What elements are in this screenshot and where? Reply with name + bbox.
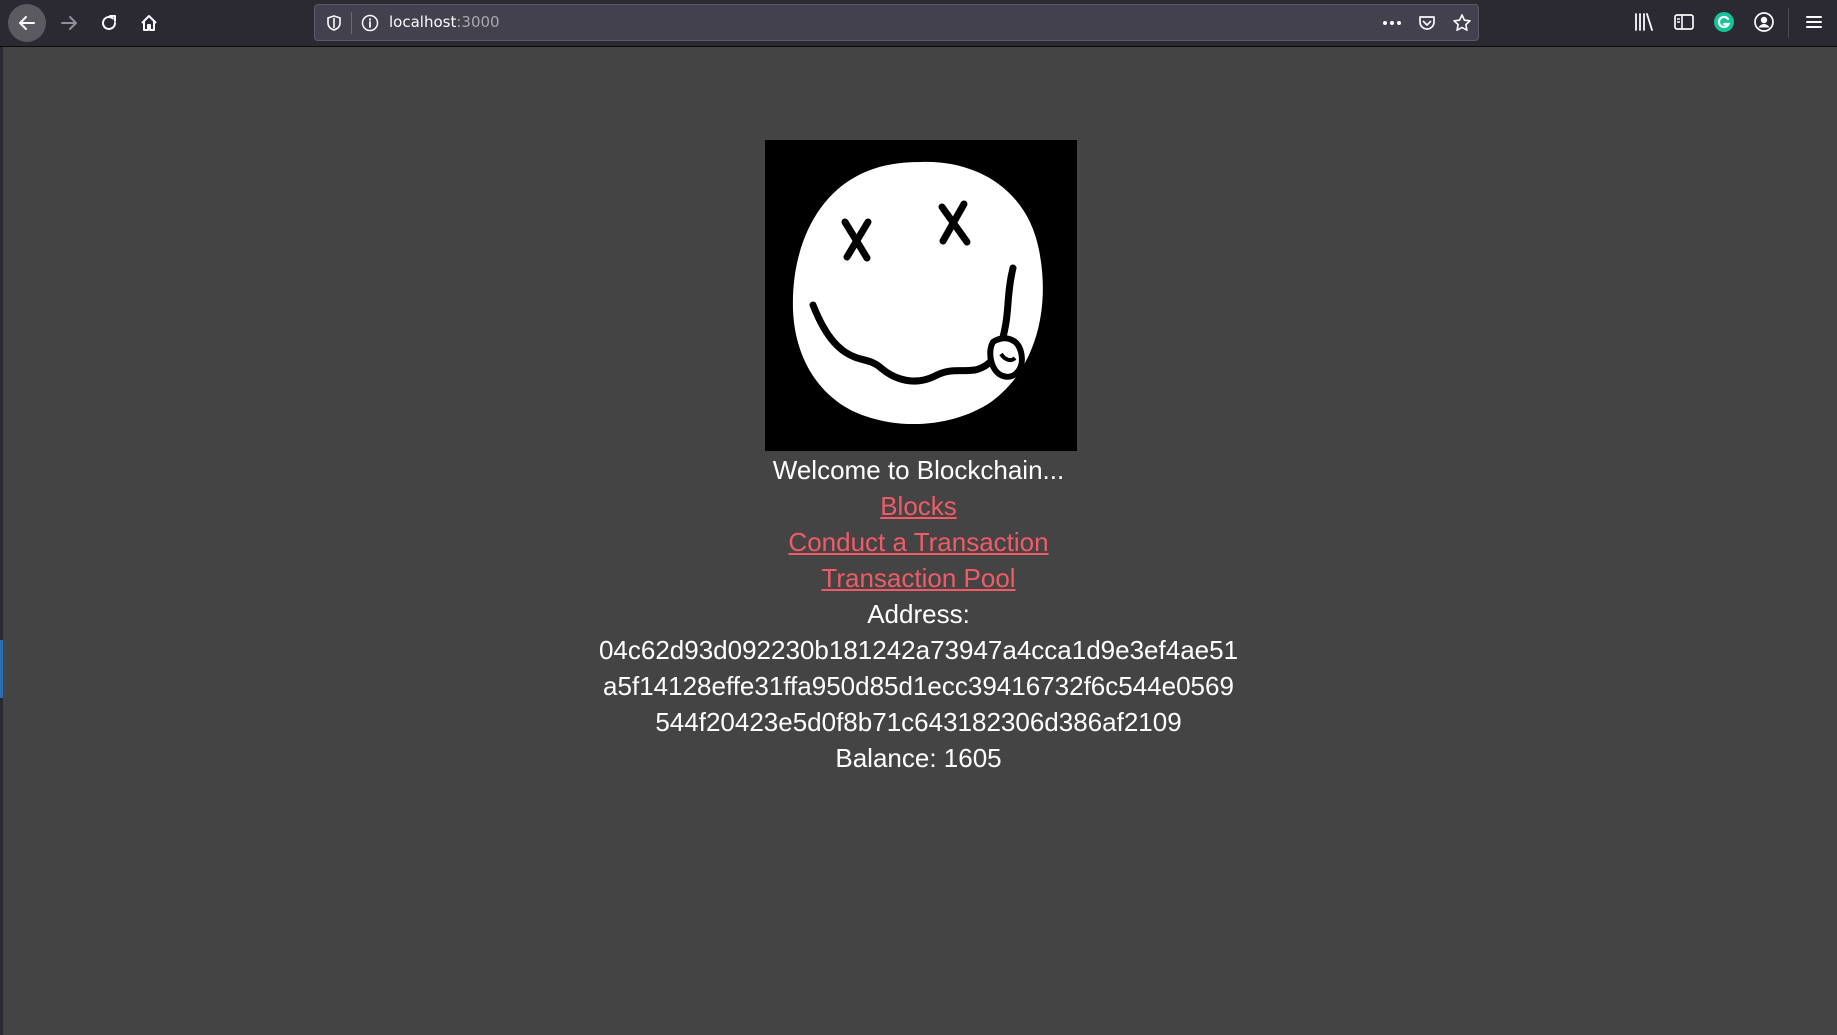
home-button[interactable] (130, 4, 168, 42)
address-label: Address: (867, 599, 970, 629)
reload-icon (102, 15, 116, 30)
browser-toolbar: localhost:3000 (0, 0, 1837, 47)
conduct-transaction-link[interactable]: Conduct a Transaction (788, 524, 1048, 560)
more-icon[interactable] (1381, 13, 1403, 33)
sidebar-icon[interactable] (1673, 11, 1695, 33)
balance-text: Balance: 1605 (835, 743, 1002, 773)
back-icon (19, 16, 35, 30)
home-icon (141, 15, 157, 31)
library-icon[interactable] (1633, 11, 1655, 33)
transaction-pool-link[interactable]: Transaction Pool (821, 560, 1015, 596)
address-bar[interactable]: localhost:3000 (314, 4, 1479, 41)
main-content: Welcome to Blockchain... Blocks Conduct … (0, 452, 1837, 776)
url-host: localhost (389, 13, 457, 31)
menu-icon[interactable] (1803, 11, 1825, 33)
blocks-link[interactable]: Blocks (880, 488, 957, 524)
url-text[interactable]: localhost:3000 (389, 13, 500, 31)
address-line-1: 04c62d93d092230b181242a73947a4cca1d9e3ef… (598, 635, 1239, 665)
pocket-icon[interactable] (1417, 13, 1437, 33)
shield-icon[interactable] (325, 14, 343, 32)
forward-icon (61, 16, 77, 30)
account-icon[interactable] (1753, 11, 1775, 33)
star-icon[interactable] (1452, 13, 1472, 33)
welcome-text: Welcome to Blockchain... (772, 455, 1065, 485)
smiley-logo (765, 140, 1077, 451)
reload-button[interactable] (90, 4, 128, 42)
address-line-2: a5f14128effe31ffa950d85d1ecc39416732f6c5… (603, 671, 1234, 701)
forward-button[interactable] (50, 4, 88, 42)
smiley-logo-image (765, 140, 1077, 451)
back-button[interactable] (8, 4, 46, 42)
url-port: :3000 (456, 13, 500, 31)
toolbar-separator (1788, 8, 1789, 38)
grammarly-icon[interactable] (1713, 11, 1735, 33)
url-separator (351, 12, 352, 34)
info-icon[interactable] (360, 13, 380, 33)
address-line-3: 544f20423e5d0f8b71c643182306d386af2109 (655, 707, 1182, 737)
